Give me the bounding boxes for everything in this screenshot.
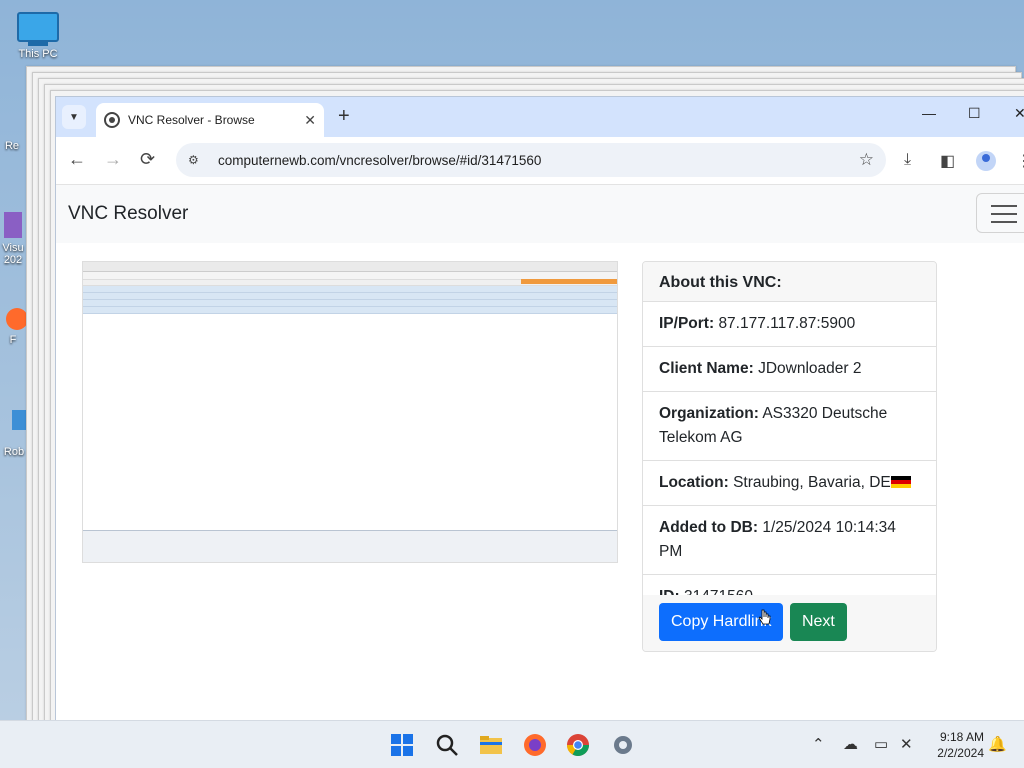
page-content: VNC Resolver About this VNC: IP/Port: 87… — [56, 185, 1024, 737]
hamburger-icon-line — [991, 205, 1017, 207]
minimize-button[interactable]: — — [922, 105, 936, 121]
card-item-added: Added to DB: 1/25/2024 10:14:34 PM — [643, 506, 936, 575]
firefox-taskbar-icon[interactable] — [523, 733, 547, 757]
browser-toolbar: ← → ⟳ ⚙ computernewb.com/vncresolver/bro… — [56, 137, 1024, 185]
clock-date: 2/2/2024 — [937, 746, 984, 760]
site-brand[interactable]: VNC Resolver — [68, 203, 188, 225]
card-item-ipport: IP/Port: 87.177.117.87:5900 — [643, 302, 936, 347]
screenshot-table-row — [83, 300, 617, 307]
visual-studio-icon — [4, 212, 22, 238]
site-info-icon[interactable]: ⚙ — [188, 153, 204, 167]
added-label: Added to DB: — [659, 519, 759, 536]
screenshot-table-row — [83, 286, 617, 293]
system-clock[interactable]: 9:18 AM 2/2/2024 — [920, 729, 984, 761]
taskbar: ⌃ ☁ ▭ ✕ 9:18 AM 2/2/2024 🔔 — [0, 720, 1024, 768]
maximize-button[interactable]: ☐ — [968, 105, 981, 122]
url-text[interactable]: computernewb.com/vncresolver/browse/#id/… — [218, 153, 859, 168]
tab-search-button[interactable]: ▼ — [62, 105, 86, 129]
file-explorer-icon[interactable] — [479, 733, 503, 757]
hamburger-icon-line — [991, 213, 1017, 215]
desktop-icon-this-pc[interactable]: This PC — [8, 12, 68, 60]
tray-chevron-up-icon[interactable]: ⌃ — [812, 735, 825, 753]
windows-start-icon[interactable] — [390, 733, 414, 757]
hamburger-icon-line — [991, 221, 1017, 223]
new-tab-button[interactable]: + — [338, 105, 350, 128]
monitor-stand — [28, 42, 48, 46]
tab-close-icon[interactable]: ✕ — [304, 112, 316, 129]
desktop-icon-label: F — [9, 334, 17, 346]
next-button[interactable]: Next — [789, 603, 847, 641]
forward-button[interactable]: → — [104, 149, 122, 170]
browser-window: ▼ VNC Resolver - Browse ✕ + — ☐ ✕ ← → ⟳ … — [55, 96, 1024, 737]
tab-vnc-resolver[interactable]: VNC Resolver - Browse ✕ — [96, 103, 324, 137]
desktop-icon-label: Re — [4, 140, 20, 152]
card-item-client: Client Name: JDownloader 2 — [643, 347, 936, 392]
volume-icon[interactable]: ✕ — [900, 735, 913, 753]
tab-title: VNC Resolver - Browse — [128, 113, 255, 127]
location-label: Location: — [659, 474, 729, 491]
client-value: JDownloader 2 — [758, 360, 862, 377]
card-header: About this VNC: — [643, 262, 936, 302]
ipport-label: IP/Port: — [659, 315, 715, 332]
desktop-icon-robot[interactable]: Rob — [0, 410, 28, 458]
menu-icon[interactable]: ⋮ — [1016, 151, 1024, 171]
search-icon[interactable] — [435, 733, 459, 757]
chrome-icon[interactable] — [566, 733, 590, 757]
chevron-down-icon: ▼ — [69, 111, 79, 123]
notification-bell-icon[interactable]: 🔔 — [988, 735, 1007, 753]
address-bar[interactable]: ⚙ computernewb.com/vncresolver/browse/#i… — [176, 143, 886, 177]
screenshot-table-row — [83, 293, 617, 300]
downloads-icon[interactable]: ⤓ — [904, 151, 911, 169]
back-button[interactable]: ← — [68, 149, 86, 170]
profile-avatar-icon[interactable] — [976, 151, 996, 171]
desktop-icon-firefox[interactable]: F — [0, 308, 26, 346]
vnc-screenshot — [82, 261, 618, 563]
ipport-value: 87.177.117.87:5900 — [718, 315, 856, 332]
germany-flag-icon — [890, 476, 911, 488]
monitor-icon — [17, 12, 59, 42]
side-panel-icon[interactable]: ◧ — [940, 151, 955, 171]
tab-strip: ▼ VNC Resolver - Browse ✕ + — ☐ ✕ — [56, 97, 1024, 137]
organization-label: Organization: — [659, 405, 759, 422]
desktop-icon-label: Rob — [3, 446, 25, 458]
client-label: Client Name: — [659, 360, 754, 377]
location-value: Straubing, Bavaria, DE — [733, 474, 891, 491]
card-item-organization: Organization: AS3320 Deutsche Telekom AG — [643, 392, 936, 461]
navbar-toggle-button[interactable] — [976, 193, 1024, 233]
screenshot-toolbar — [83, 262, 617, 272]
desktop-icon-recycle[interactable]: Re — [0, 140, 24, 152]
card-item-location: Location: Straubing, Bavaria, DE — [643, 461, 936, 506]
vnc-info-card: About this VNC: IP/Port: 87.177.117.87:5… — [642, 261, 937, 652]
bookmark-star-icon[interactable]: ☆ — [859, 150, 874, 170]
firefox-icon — [6, 308, 26, 330]
desktop-icon-label: Visu 202 — [2, 242, 24, 266]
onedrive-icon[interactable]: ☁ — [843, 735, 858, 753]
desktop-icon-visual-studio[interactable]: Visu 202 — [0, 212, 26, 266]
clock-time: 9:18 AM — [939, 730, 984, 744]
screenshot-highlight — [521, 279, 617, 284]
close-window-button[interactable]: ✕ — [1014, 105, 1024, 122]
hand-cursor-icon — [758, 609, 771, 625]
desktop-icon-label: This PC — [18, 48, 58, 60]
reload-button[interactable]: ⟳ — [140, 149, 155, 170]
network-icon[interactable]: ▭ — [874, 735, 888, 753]
vnc-favicon-icon — [104, 112, 120, 128]
settings-gear-icon[interactable] — [611, 733, 635, 757]
site-navbar: VNC Resolver — [56, 185, 1024, 243]
card-footer: Copy Hardlink Next — [643, 595, 936, 651]
screenshot-bottom-panel — [83, 530, 617, 562]
screenshot-table-row — [83, 307, 617, 314]
